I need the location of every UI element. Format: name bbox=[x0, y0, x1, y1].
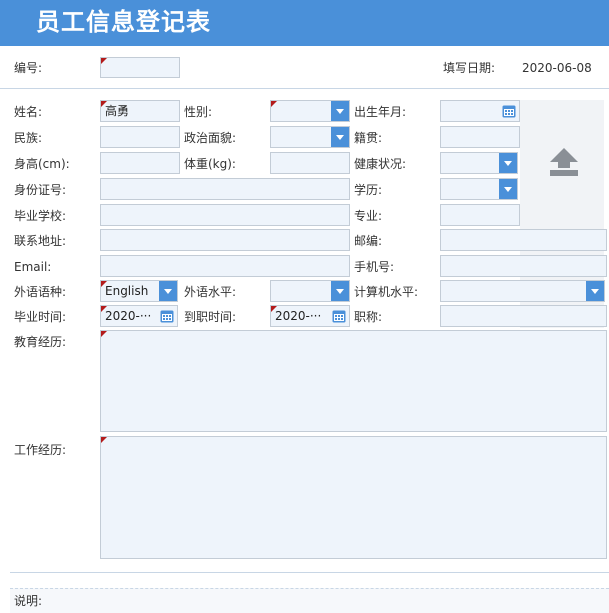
join-time-input[interactable]: 2020-··· bbox=[270, 305, 350, 327]
calendar-icon[interactable] bbox=[329, 306, 349, 326]
grad-time-input[interactable]: 2020-··· bbox=[100, 305, 178, 327]
note-label: 说明: bbox=[14, 594, 43, 608]
join-time-label: 到职时间: bbox=[184, 310, 237, 324]
title-input[interactable] bbox=[440, 305, 607, 327]
id-number-label: 身份证号: bbox=[14, 183, 67, 197]
birth-date-input[interactable] bbox=[440, 100, 520, 122]
address-input[interactable] bbox=[100, 229, 350, 251]
foreign-lang-select[interactable]: English bbox=[100, 280, 178, 302]
major-label: 专业: bbox=[354, 209, 383, 223]
height-input[interactable] bbox=[100, 152, 180, 174]
work-history-textarea[interactable] bbox=[100, 436, 607, 559]
health-select[interactable] bbox=[440, 152, 518, 174]
native-place-input[interactable] bbox=[440, 126, 520, 148]
note-section bbox=[10, 588, 609, 613]
phone-input[interactable] bbox=[440, 255, 607, 277]
chevron-down-icon[interactable] bbox=[586, 281, 604, 301]
fill-date-value: 2020-06-08 bbox=[522, 61, 592, 75]
title-label: 职称: bbox=[354, 310, 383, 324]
political-select[interactable] bbox=[270, 126, 350, 148]
calendar-icon[interactable] bbox=[157, 306, 177, 326]
birth-label: 出生年月: bbox=[354, 105, 407, 119]
chevron-down-icon[interactable] bbox=[159, 281, 177, 301]
chevron-down-icon[interactable] bbox=[331, 281, 349, 301]
foreign-lang-label: 外语语种: bbox=[14, 285, 67, 299]
header-bar: 员工信息登记表 bbox=[0, 0, 609, 46]
gender-select[interactable] bbox=[270, 100, 350, 122]
ethnicity-input[interactable] bbox=[100, 126, 180, 148]
chevron-down-icon[interactable] bbox=[331, 101, 349, 121]
computer-level-select[interactable] bbox=[440, 280, 605, 302]
edu-history-textarea[interactable] bbox=[100, 330, 607, 432]
computer-level-label: 计算机水平: bbox=[354, 285, 419, 299]
chevron-down-icon[interactable] bbox=[499, 153, 517, 173]
calendar-icon[interactable] bbox=[499, 101, 519, 121]
political-label: 政治面貌: bbox=[184, 131, 237, 145]
edu-history-label: 教育经历: bbox=[14, 335, 67, 349]
phone-label: 手机号: bbox=[354, 260, 395, 274]
chevron-down-icon[interactable] bbox=[331, 127, 349, 147]
postcode-label: 邮编: bbox=[354, 234, 383, 248]
weight-label: 体重(kg): bbox=[184, 157, 236, 171]
email-label: Email: bbox=[14, 260, 52, 274]
page-title: 员工信息登记表 bbox=[36, 8, 211, 36]
name-label: 姓名: bbox=[14, 105, 43, 119]
work-history-label: 工作经历: bbox=[14, 443, 67, 457]
id-number-input[interactable] bbox=[100, 178, 350, 200]
postcode-input[interactable] bbox=[440, 229, 607, 251]
health-label: 健康状况: bbox=[354, 157, 407, 171]
chevron-down-icon[interactable] bbox=[499, 179, 517, 199]
number-input[interactable] bbox=[100, 57, 180, 78]
email-input[interactable] bbox=[100, 255, 350, 277]
weight-input[interactable] bbox=[270, 152, 350, 174]
number-label: 编号: bbox=[14, 61, 43, 75]
gender-label: 性别: bbox=[184, 105, 213, 119]
height-label: 身高(cm): bbox=[14, 157, 70, 171]
divider-top bbox=[0, 88, 609, 89]
education-label: 学历: bbox=[354, 183, 383, 197]
education-select[interactable] bbox=[440, 178, 518, 200]
foreign-level-label: 外语水平: bbox=[184, 285, 237, 299]
native-place-label: 籍贯: bbox=[354, 131, 383, 145]
ethnicity-label: 民族: bbox=[14, 131, 43, 145]
school-input[interactable] bbox=[100, 204, 350, 226]
name-input[interactable]: 高勇 bbox=[100, 100, 180, 122]
divider-bottom bbox=[10, 572, 609, 573]
address-label: 联系地址: bbox=[14, 234, 67, 248]
fill-date-label: 填写日期: bbox=[443, 61, 496, 75]
upload-icon bbox=[550, 148, 578, 176]
foreign-level-select[interactable] bbox=[270, 280, 350, 302]
major-input[interactable] bbox=[440, 204, 520, 226]
school-label: 毕业学校: bbox=[14, 209, 67, 223]
grad-time-label: 毕业时间: bbox=[14, 310, 67, 324]
